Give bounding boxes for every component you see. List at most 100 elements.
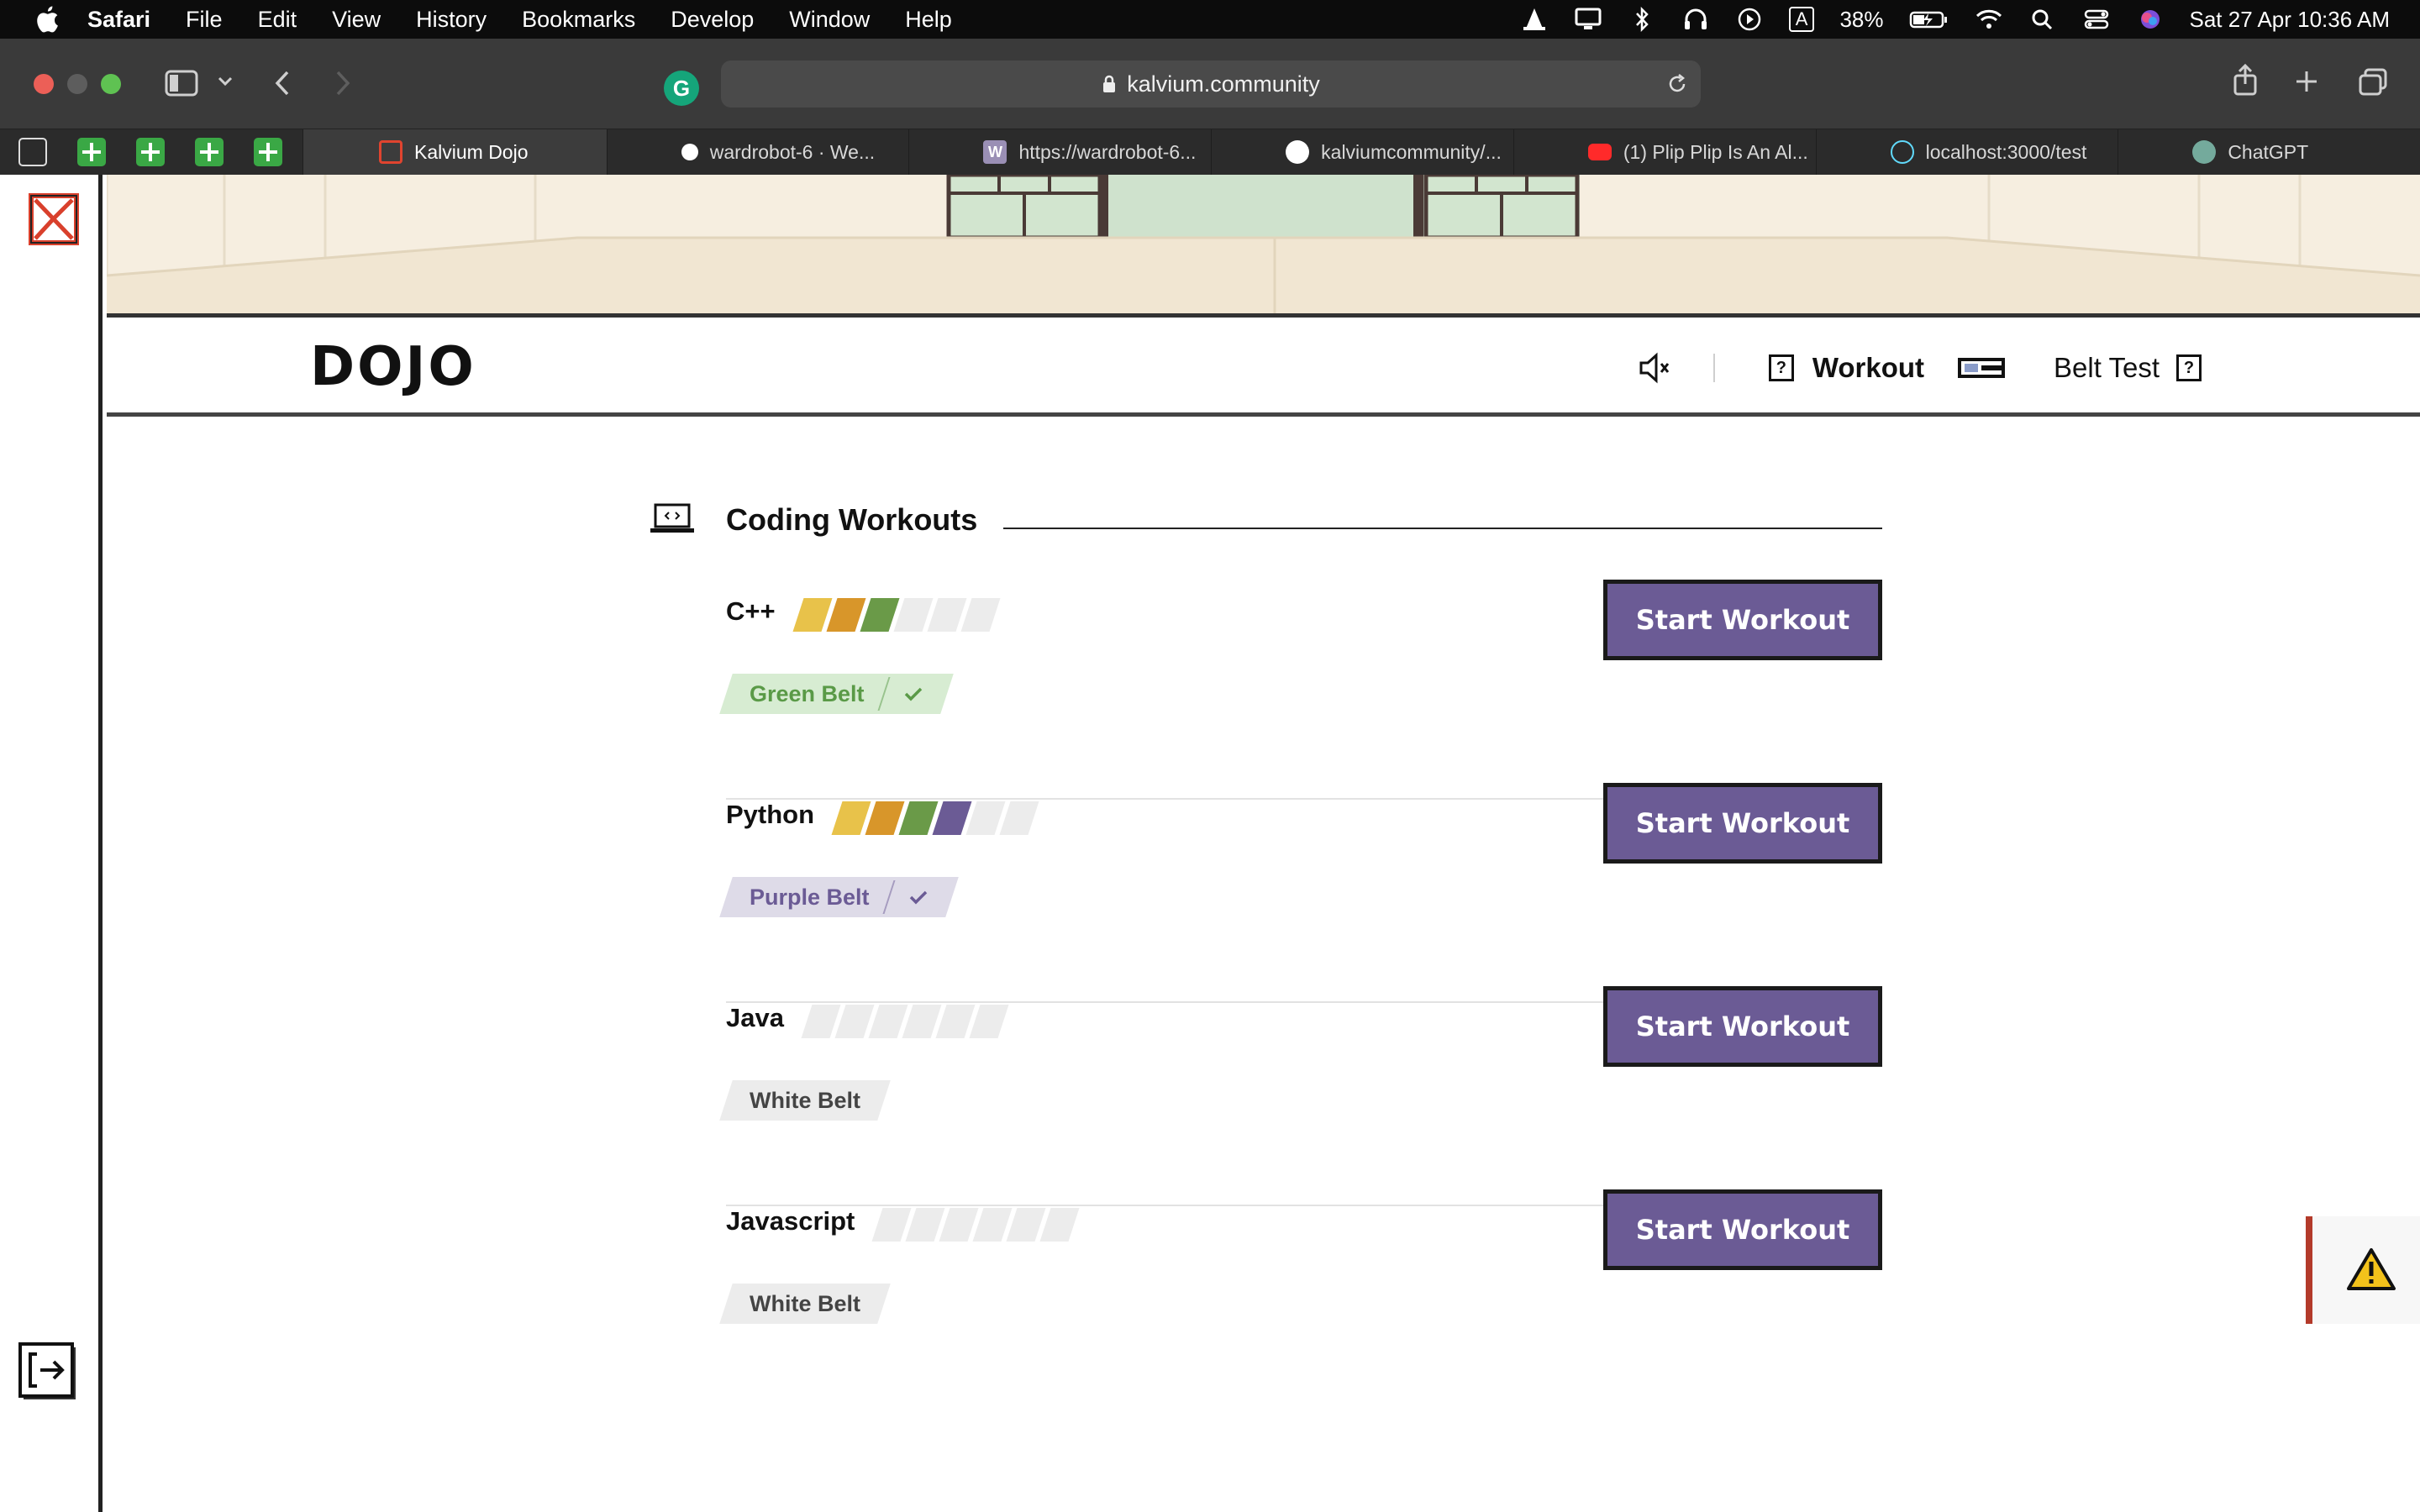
check-icon [904,687,922,701]
pinned-tab[interactable] [195,138,224,166]
pinned-tab[interactable] [254,138,282,166]
github-favicon-icon [1286,140,1310,164]
chevron-down-icon[interactable] [217,76,234,87]
tab-youtube[interactable]: (1) Plip Plip Is An Al... [1512,129,1816,175]
progress-segment [935,1005,976,1038]
dojo-header: DOJO ? Workout Belt Test ? [107,318,2420,417]
pinned-tab[interactable] [136,138,165,166]
reload-icon[interactable] [1665,72,1689,96]
help-icon[interactable]: ? [1768,354,1794,381]
forward-icon[interactable] [333,69,353,97]
menu-view[interactable]: View [332,7,381,33]
progress-segment [1039,1208,1080,1242]
menu-help[interactable]: Help [905,7,952,33]
start-workout-button[interactable]: Start Workout [1603,986,1882,1067]
battery-percent: 38% [1839,6,1884,32]
battery-icon[interactable] [1909,7,1949,32]
belt-label: White Belt [750,1290,860,1316]
progress-segment [871,1208,912,1242]
minimize-window-button[interactable] [67,74,87,94]
coding-workouts-section: Coding Workouts C++ Green Belt Start Worko… [639,496,1882,1324]
workout-row: Java White Belt Start Workout [719,986,1882,1206]
share-icon[interactable] [2232,64,2259,97]
progress-segment [860,598,900,632]
start-workout-button[interactable]: Start Workout [1603,783,1882,864]
menu-bar: Safari File Edit View History Bookmarks … [0,0,2420,39]
workout-row: C++ Green Belt Start Workout [719,580,1882,800]
belt-test-nav-link[interactable]: Belt Test [2054,352,2160,384]
logout-icon[interactable] [18,1342,79,1404]
new-tab-icon[interactable] [2294,69,2319,94]
progress-segment [972,1208,1013,1242]
pinned-tab[interactable] [18,138,47,166]
report-issue-tab[interactable] [2306,1216,2420,1324]
workout-row: Javascript White Belt Start Workout [719,1189,1882,1410]
start-workout-button[interactable]: Start Workout [1603,1189,1882,1270]
menu-bookmarks[interactable]: Bookmarks [522,7,635,33]
tab-kalvium-dojo[interactable]: Kalvium Dojo [302,129,607,175]
progress-bars [831,801,1039,835]
clock[interactable]: Sat 27 Apr 10:36 AM [2190,7,2391,33]
menu-app-name[interactable]: Safari [87,7,150,33]
help-icon[interactable]: ? [2176,354,2202,381]
vlc-icon[interactable] [1520,7,1549,32]
menu-file[interactable]: File [186,7,223,33]
progress-segment [893,598,934,632]
section-divider [1003,528,1882,529]
workout-language: Javascript [726,1206,855,1236]
sound-muted-icon[interactable] [1638,351,1671,385]
back-icon[interactable] [272,69,292,97]
warning-icon [2347,1248,2396,1290]
pinned-tab[interactable] [77,138,106,166]
progress-segment [905,1208,945,1242]
siri-icon[interactable] [2136,7,2165,32]
belt-badge: Green Belt [719,674,954,714]
tab-wardrobot[interactable]: wardrobot-6 · We... [606,129,909,175]
menu-develop[interactable]: Develop [671,7,754,33]
progress-bars [871,1208,1080,1242]
progress-segment [831,801,871,835]
tab-wardrobot-url[interactable]: W https://wardrobot-6... [908,129,1211,175]
menu-window[interactable]: Window [789,7,870,33]
wifi-icon[interactable] [1975,7,2003,32]
menu-history[interactable]: History [416,7,487,33]
control-center-icon[interactable] [2082,7,2111,32]
apple-icon[interactable] [34,5,59,34]
tab-title: ChatGPT [2228,140,2309,163]
progress-bars [792,598,1001,632]
tab-localhost[interactable]: localhost:3000/test [1815,129,2118,175]
tab-bar: Kalvium Dojo wardrobot-6 · We... W https… [0,129,2420,175]
tab-chatgpt[interactable]: ChatGPT [2118,129,2420,175]
input-source-badge[interactable]: A [1788,7,1815,32]
header-divider [1712,354,1715,382]
progress-bars [801,1005,1009,1038]
display-icon[interactable] [1574,7,1602,32]
belt-icon [1958,358,2006,378]
start-workout-button[interactable]: Start Workout [1603,580,1882,660]
address-bar[interactable]: kalvium.community [721,60,1701,108]
close-window-button[interactable] [34,74,54,94]
react-favicon-icon [1890,140,1914,164]
sidebar-toggle-icon[interactable] [165,69,198,97]
bluetooth-icon[interactable] [1628,7,1656,32]
browser-toolbar: G kalvium.community [0,39,2420,129]
belt-label: Green Belt [750,680,865,706]
now-playing-icon[interactable] [1735,7,1764,32]
progress-segment [932,801,972,835]
headphones-icon[interactable] [1681,7,1710,32]
zoom-window-button[interactable] [101,74,121,94]
progress-segment [969,1005,1009,1038]
laptop-code-icon [650,503,694,533]
tab-overview-icon[interactable] [2358,67,2388,97]
section-title: Coding Workouts [726,502,978,537]
tab-github[interactable]: kalviumcommunity/... [1211,129,1513,175]
section-header: Coding Workouts [639,496,1882,546]
progress-segment [834,1005,875,1038]
menu-edit[interactable]: Edit [258,7,297,33]
header-nav: ? Workout Belt Test ? [1638,343,2202,393]
workout-nav-link[interactable]: Workout [1812,352,1924,384]
grammarly-icon[interactable]: G [664,71,699,106]
spotlight-search-icon[interactable] [2028,7,2057,32]
kalvium-logo-icon[interactable] [29,193,79,245]
progress-segment [868,1005,908,1038]
